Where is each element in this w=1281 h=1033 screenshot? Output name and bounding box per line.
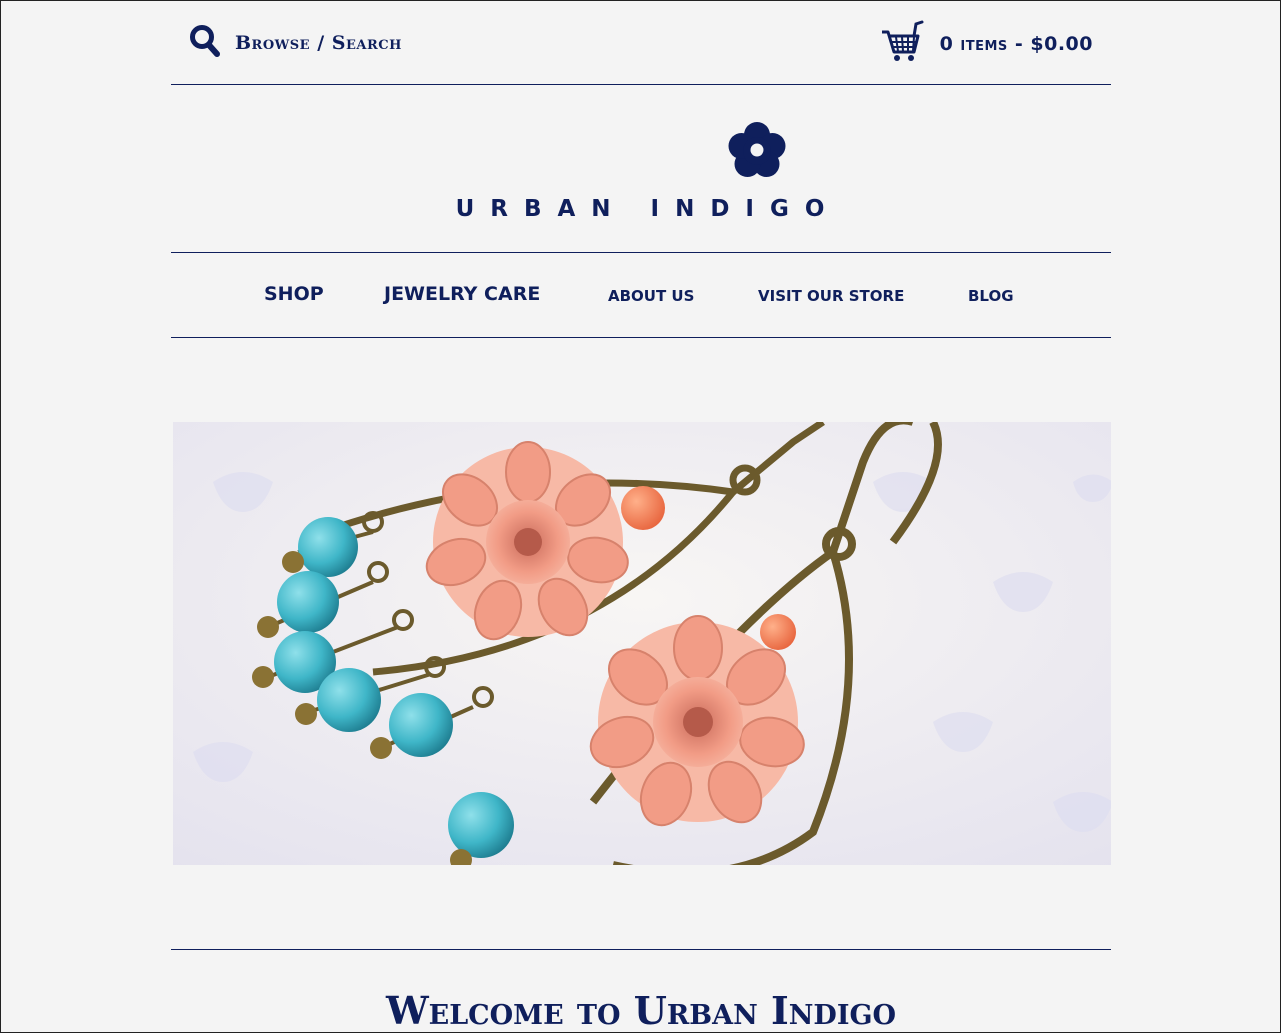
nav-item-jewelry-care[interactable]: JEWELRY CARE: [384, 283, 540, 305]
cart-summary: 0 items - $0.00: [939, 33, 1093, 55]
site-logo[interactable]: URBAN INDIGO: [171, 85, 1111, 253]
cart-link[interactable]: 0 items - $0.00: [880, 20, 1093, 68]
top-bar: Browse / Search 0 items - $0.00: [171, 0, 1111, 85]
section-divider: [171, 949, 1111, 950]
main-nav: SHOP JEWELRY CARE ABOUT US VISIT OUR STO…: [171, 253, 1111, 338]
page-container: Browse / Search 0 items - $0.00 URBAN IN…: [171, 0, 1111, 1033]
hero-image: [173, 422, 1111, 865]
browse-search-label: Browse / Search: [235, 32, 402, 54]
flower-logo-icon: [725, 119, 789, 183]
cart-icon: [880, 20, 924, 68]
nav-item-visit-our-store[interactable]: VISIT OUR STORE: [758, 287, 904, 305]
browse-search-link[interactable]: Browse / Search: [189, 24, 402, 62]
search-icon: [189, 24, 221, 62]
nav-item-blog[interactable]: BLOG: [968, 287, 1014, 305]
logo-wordmark: URBAN INDIGO: [455, 196, 841, 222]
welcome-heading: Welcome to Urban Indigo: [385, 988, 897, 1033]
nav-item-about-us[interactable]: ABOUT US: [608, 287, 694, 305]
nav-item-shop[interactable]: SHOP: [264, 283, 324, 305]
